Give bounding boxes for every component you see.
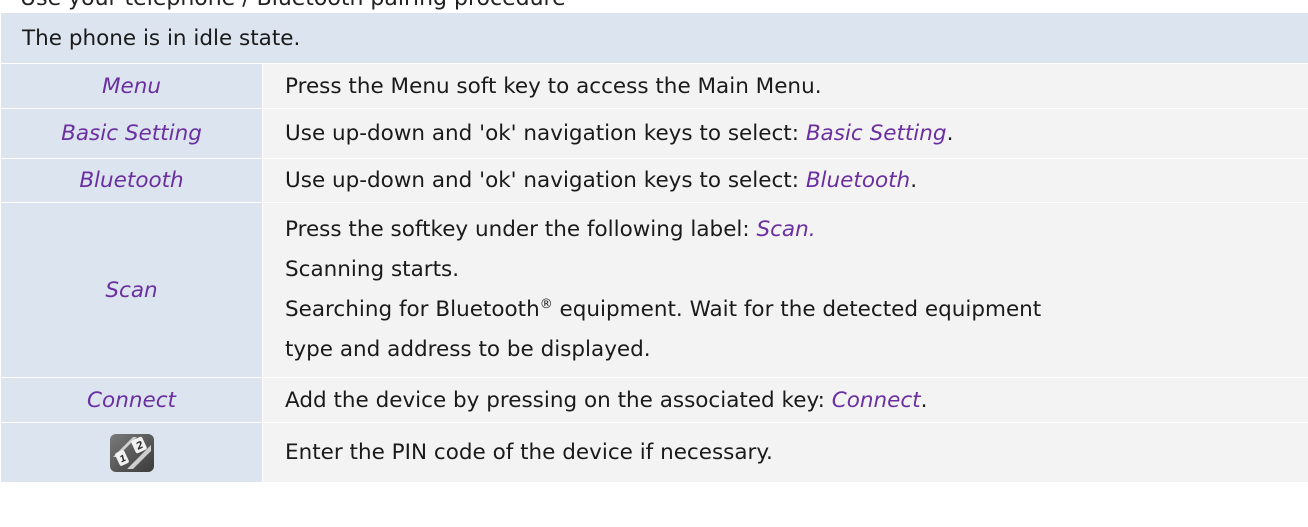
desc-text: Press the Menu soft key to access the Ma…: [285, 73, 822, 99]
desc-line: Press the softkey under the following la…: [285, 210, 1308, 250]
desc-text: Use up-down and 'ok' navigation keys to …: [285, 121, 806, 146]
desc-text: Enter the PIN code of the device if nece…: [285, 440, 773, 465]
desc-text: Add the device by pressing on the associ…: [285, 387, 832, 413]
desc-highlight: Bluetooth: [805, 168, 911, 193]
desc-line: Searching for Bluetooth® equipment. Wait…: [285, 290, 1308, 330]
step-description: Press the Menu soft key to access the Ma…: [262, 63, 1308, 109]
table-row: 1 2 Enter the PIN code of the device if …: [0, 422, 1308, 483]
table-header: The phone is in idle state.: [0, 12, 1308, 64]
table-row: Connect Add the device by pressing on th…: [0, 377, 1308, 423]
step-key-icon-cell: 1 2: [0, 422, 263, 483]
step-key: Scan: [0, 202, 263, 378]
desc-text: Use up-down and 'ok' navigation keys to …: [285, 168, 806, 193]
step-description: Press the softkey under the following la…: [262, 202, 1308, 378]
registered-mark: ®: [539, 296, 553, 312]
table-row: Menu Press the Menu soft key to access t…: [0, 63, 1308, 109]
desc-text-end: .: [910, 168, 918, 193]
keypad-icon: 1 2: [109, 433, 155, 473]
step-key: Basic Setting: [0, 108, 263, 159]
partial-top-text: Use your telephone / Bluetooth pairing p…: [20, 0, 566, 11]
table-header-row: The phone is in idle state.: [0, 12, 1308, 64]
step-key: Connect: [0, 377, 263, 423]
desc-highlight: Scan.: [756, 217, 816, 242]
step-description: Use up-down and 'ok' navigation keys to …: [262, 108, 1308, 159]
desc-text: equipment. Wait for the detected equipme…: [552, 297, 1042, 322]
table-row: Scan Press the softkey under the followi…: [0, 202, 1308, 378]
step-description: Enter the PIN code of the device if nece…: [262, 422, 1308, 483]
desc-line: Scanning starts.: [285, 257, 460, 282]
table-row: Basic Setting Use up-down and 'ok' navig…: [0, 108, 1308, 159]
desc-highlight: Connect: [831, 387, 921, 413]
step-description: Use up-down and 'ok' navigation keys to …: [262, 158, 1308, 203]
table-row: Bluetooth Use up-down and 'ok' navigatio…: [0, 158, 1308, 203]
desc-text: Press the softkey under the following la…: [285, 217, 757, 242]
step-key: Menu: [0, 63, 263, 109]
desc-text-end: .: [920, 387, 928, 413]
step-key: Bluetooth: [0, 158, 263, 203]
desc-highlight: Basic Setting: [805, 121, 947, 146]
desc-text: Searching for Bluetooth: [285, 297, 540, 322]
step-description: Add the device by pressing on the associ…: [262, 377, 1308, 423]
procedure-table: The phone is in idle state. Menu Press t…: [0, 12, 1308, 483]
desc-line: type and address to be displayed.: [285, 337, 651, 362]
desc-text-end: .: [946, 121, 954, 146]
